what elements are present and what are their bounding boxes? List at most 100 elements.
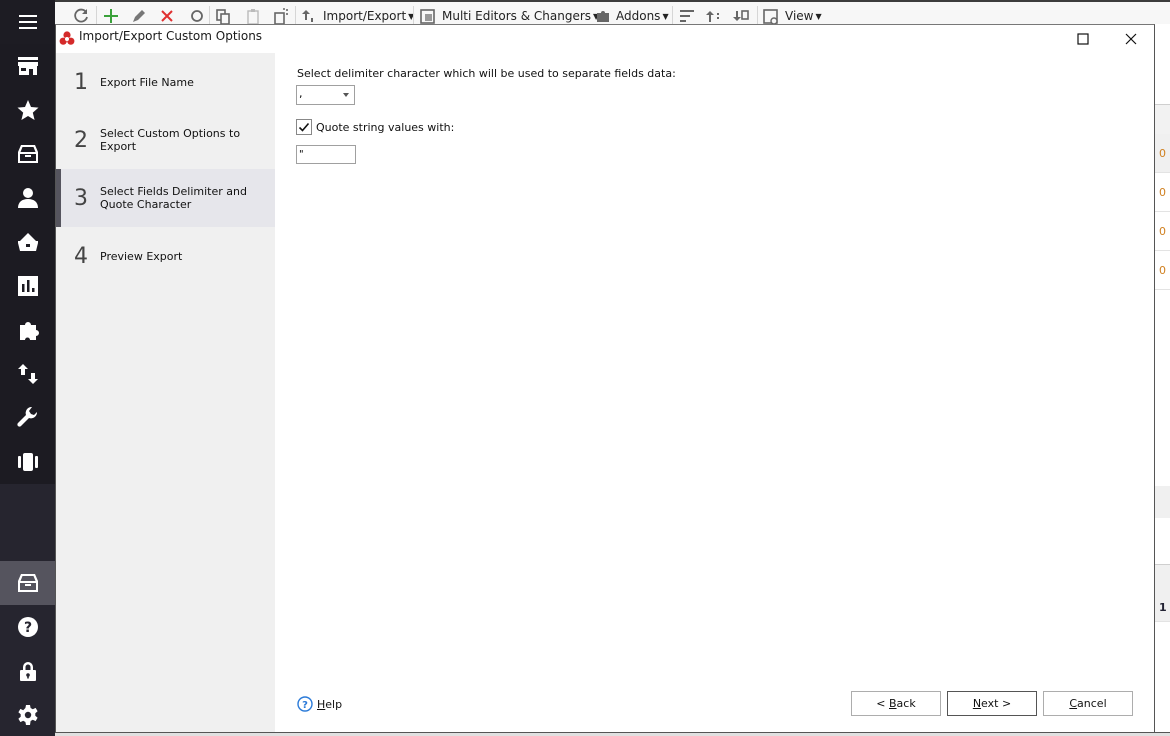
clipboard-icon [247,9,259,24]
arrows-up-down-icon [17,364,38,384]
archive-box-icon [17,574,38,592]
sort-icon [680,10,694,22]
maximize-button[interactable] [1060,25,1106,53]
status-bar [55,732,1170,736]
delimiter-label: Select delimiter character which will be… [297,67,676,80]
refresh-button[interactable] [73,6,89,24]
wizard-step-4[interactable]: 4 Preview Export [56,227,275,285]
quote-checkbox-label: Quote string values with: [316,120,455,134]
grid-cell: 0 [1155,251,1170,290]
quote-character-input[interactable] [296,145,356,164]
edit-button[interactable] [131,6,147,24]
wizard-content: Select delimiter character which will be… [275,53,1154,732]
gear-icon [17,705,38,725]
view-menu[interactable]: View ▼ [763,6,822,24]
grid-cell: 0 [1155,173,1170,212]
search-button[interactable] [189,6,205,24]
chevron-down-icon [343,93,349,97]
sidebar-item-product-manager[interactable] [0,561,55,605]
add-button[interactable] [103,6,119,24]
bar-chart-icon [17,276,38,296]
help-label: Help [317,697,343,711]
wizard-step-1[interactable]: 1 Export File Name [56,53,275,111]
hamburger-icon [18,15,37,29]
multi-editors-menu[interactable]: Multi Editors & Changers ▼ [420,6,599,24]
sidebar-item-addons[interactable] [0,308,55,352]
multi-editors-label: Multi Editors & Changers [442,9,592,23]
arrow-up-icon [706,11,719,22]
checkmark-icon [298,122,310,132]
view-label: View [785,9,814,23]
maximize-icon [1077,33,1089,45]
wizard-step-3[interactable]: 3 Select Fields Delimiter and Quote Char… [56,169,275,227]
paste-button[interactable] [245,6,261,24]
user-icon [17,188,38,208]
sidebar-menu-button[interactable] [0,0,55,44]
delimiter-value: , [299,87,303,100]
close-icon [161,10,173,22]
import-export-dialog: Import/Export Custom Options 1 Export Fi… [55,24,1155,732]
sidebar-item-tools[interactable] [0,396,55,440]
select-button[interactable] [273,6,289,24]
help-link[interactable]: ? Help [297,696,342,712]
delete-button[interactable] [159,6,175,24]
app-sidebar: ? [0,0,55,736]
sidebar-item-favorites[interactable] [0,88,55,132]
sidebar-item-help[interactable]: ? [0,605,55,649]
addons-label: Addons [616,9,661,23]
grid-panel-shade [1155,486,1170,518]
step-number: 3 [74,185,88,211]
sidebar-item-orders[interactable] [0,220,55,264]
quote-checkbox[interactable] [296,119,312,135]
sidebar-item-products[interactable] [0,132,55,176]
archive-box-icon [17,145,38,163]
dialog-titlebar[interactable]: Import/Export Custom Options [56,25,1154,53]
move-up-button[interactable] [705,6,721,24]
sidebar-item-carousel[interactable] [0,440,55,484]
import-export-menu[interactable]: Import/Export ▼ [301,6,414,24]
view-icon [763,9,778,24]
quote-checkbox-row[interactable]: Quote string values with: [296,119,454,135]
svg-text:?: ? [302,700,308,711]
sidebar-item-customers[interactable] [0,176,55,220]
cancel-button[interactable]: Cancel [1043,691,1133,716]
arrow-down-icon [733,10,749,21]
sidebar-item-import-export[interactable] [0,352,55,396]
step-label: Export File Name [100,75,194,89]
close-button[interactable] [1108,25,1154,53]
puzzle-icon [597,11,609,22]
grid-cell: 0 [1155,134,1170,173]
move-down-button[interactable] [733,6,749,24]
app-logo-icon [59,31,75,45]
next-button[interactable]: Next > [947,691,1037,716]
background-grid: 0 0 0 0 1 [1154,24,1170,736]
wizard-step-2[interactable]: 2 Select Custom Options to Export [56,111,275,169]
import-export-label: Import/Export [323,9,407,23]
chevron-down-icon: ▼ [662,11,669,21]
sort-button[interactable] [679,6,695,24]
step-number: 4 [74,243,88,269]
main-toolbar: Import/Export ▼ Multi Editors & Changers ▼… [55,0,1170,24]
step-label: Select Fields Delimiter and Quote Charac… [100,185,247,211]
sidebar-item-store[interactable] [0,44,55,88]
sidebar-item-license[interactable] [0,649,55,693]
step-number: 1 [74,69,88,95]
refresh-icon [74,8,88,23]
grid-footer-header [1155,564,1170,594]
import-export-icon [302,10,313,22]
copy-button[interactable] [215,6,231,24]
sidebar-item-settings[interactable] [0,693,55,736]
copy-icon [216,9,230,24]
grid-cell: 0 [1155,212,1170,251]
delimiter-select[interactable]: , [296,85,355,105]
back-button[interactable]: < Back [851,691,941,716]
step-label: Select Custom Options to Export [100,127,241,153]
chevron-down-icon: ▼ [815,11,822,21]
selection-icon [274,8,288,24]
sidebar-item-reports[interactable] [0,264,55,308]
grid-cell: 1 [1155,594,1170,622]
svg-text:?: ? [23,620,31,636]
multi-editor-icon [420,9,435,24]
help-circle-icon: ? [297,696,313,712]
addons-menu[interactable]: Addons ▼ [595,6,669,24]
